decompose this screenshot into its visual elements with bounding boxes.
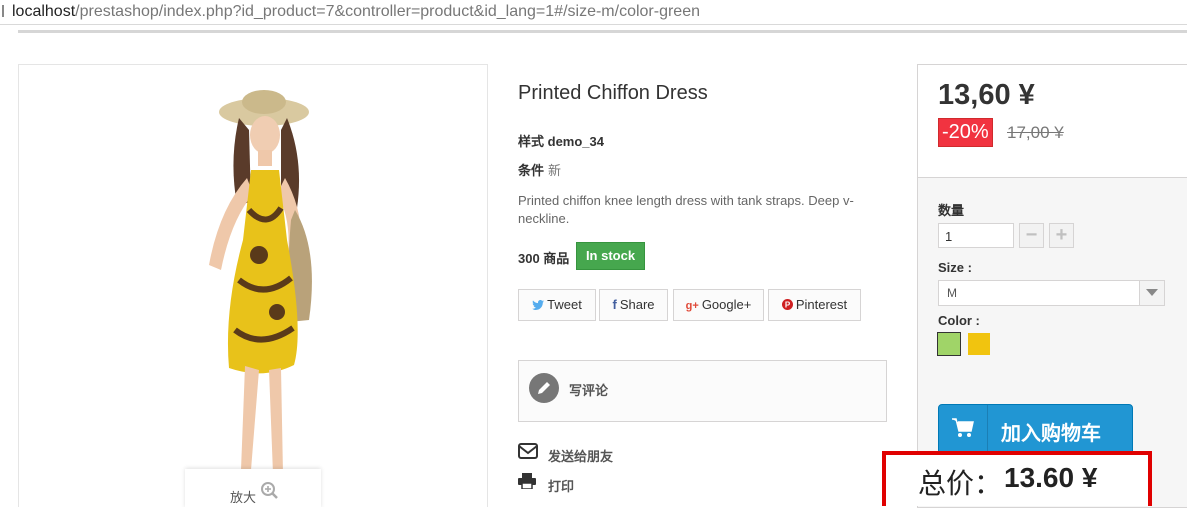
zoom-in-icon	[261, 482, 278, 499]
url-path: /prestashop/index.php?id_product=7&contr…	[75, 3, 700, 20]
quantity-increase-button[interactable]: +	[1049, 223, 1074, 248]
add-to-cart-label: 加入购物车	[1001, 423, 1101, 445]
write-review-label: 写评论	[569, 383, 609, 398]
address-bar[interactable]: localhost/prestashop/index.php?id_produc…	[0, 0, 1187, 25]
product-reference: 样式 demo_34	[518, 131, 604, 150]
facebook-label: Share	[619, 297, 655, 312]
header-divider	[18, 30, 1187, 33]
total-value: 13.60 ¥	[1004, 462, 1098, 493]
buy-box: 13,60 ¥ -20% 17,00 ¥ 数量 1 − + Size : M C…	[917, 64, 1187, 508]
quantity-decrease-button[interactable]: −	[1019, 223, 1044, 248]
product-condition: 条件新	[518, 160, 561, 179]
cart-icon	[939, 405, 988, 453]
size-select[interactable]: M	[938, 280, 1165, 306]
url-host: localhost	[12, 3, 76, 20]
quantity-label: 数量	[938, 203, 965, 218]
google-plus-icon: g+	[685, 300, 699, 312]
reference-value: demo_34	[547, 134, 605, 149]
add-to-cart-button[interactable]: 加入购物车	[938, 404, 1133, 454]
old-price: 17,00 ¥	[1007, 123, 1064, 142]
total-label: 总价：	[918, 468, 1003, 499]
color-swatch-yellow[interactable]	[968, 333, 990, 355]
pinterest-button[interactable]: P Pinterest	[768, 289, 861, 321]
condition-label: 条件	[518, 163, 545, 178]
reference-label: 样式	[518, 134, 545, 149]
size-selected-value: M	[947, 286, 957, 300]
stock-badge: In stock	[576, 242, 645, 270]
size-label: Size :	[938, 260, 972, 275]
twitter-icon	[532, 300, 545, 310]
url-text[interactable]: localhost/prestashop/index.php?id_produc…	[12, 3, 700, 21]
page-icon	[2, 5, 10, 17]
color-label: Color :	[938, 313, 980, 328]
google-plus-button[interactable]: g+ Google+	[673, 289, 764, 321]
zoom-label: 放大	[230, 490, 257, 505]
stock-quantity: 300 商品	[518, 251, 570, 266]
color-swatch-green[interactable]	[937, 332, 961, 356]
product-description: Printed chiffon knee length dress with t…	[518, 193, 854, 226]
envelope-icon	[518, 443, 538, 459]
chevron-down-icon[interactable]	[1139, 281, 1164, 305]
send-to-friend-label: 发送给朋友	[548, 449, 614, 464]
tweet-button[interactable]: Tweet	[518, 289, 596, 321]
print-link[interactable]: 打印	[518, 473, 668, 494]
pinterest-icon: P	[781, 299, 793, 310]
product-title: Printed Chiffon Dress	[518, 82, 708, 104]
print-label: 打印	[548, 479, 575, 494]
write-review-button[interactable]: 写评论	[518, 360, 887, 422]
zoom-button[interactable]: 放大	[185, 469, 321, 507]
discount-badge: -20%	[938, 118, 993, 147]
quantity-input[interactable]: 1	[938, 223, 1014, 248]
current-price: 13,60 ¥	[938, 79, 1035, 111]
pinterest-label: Pinterest	[795, 297, 848, 312]
price-box: 13,60 ¥ -20% 17,00 ¥	[918, 65, 1187, 178]
condition-value: 新	[548, 163, 562, 178]
pencil-icon	[529, 373, 559, 403]
product-photo[interactable]	[169, 90, 349, 507]
total-price-highlight: 总价： 13.60 ¥	[882, 451, 1152, 506]
send-to-friend-link[interactable]: 发送给朋友	[518, 443, 668, 464]
product-image-container[interactable]: 放大	[18, 64, 488, 507]
facebook-icon: f	[612, 297, 617, 312]
facebook-share-button[interactable]: f Share	[599, 289, 668, 321]
printer-icon	[518, 473, 536, 489]
tweet-label: Tweet	[547, 297, 582, 312]
pinterest-glyph: P	[785, 301, 791, 310]
google-plus-label: Google+	[701, 297, 752, 312]
